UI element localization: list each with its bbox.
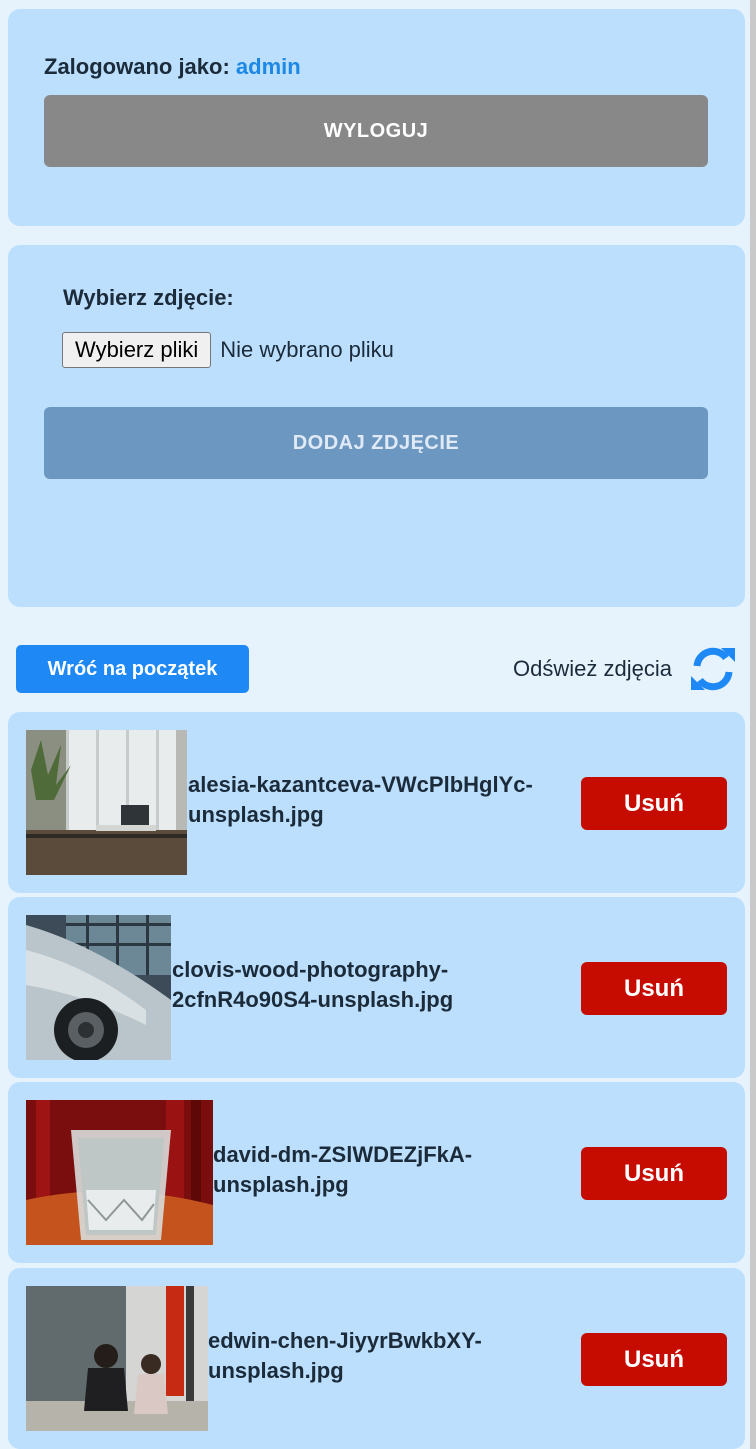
photo-filename: edwin-chen-JiyyrBwkbXY- unsplash.jpg <box>208 1328 482 1383</box>
refresh-label: Odśwież zdjęcia <box>513 656 672 681</box>
photo-filename: david-dm-ZSlWDEZjFkA- unsplash.jpg <box>213 1142 473 1197</box>
delete-button[interactable]: Usuń <box>581 1147 727 1200</box>
scrollbar[interactable] <box>750 0 756 1449</box>
logout-button[interactable]: WYLOGUJ <box>44 95 708 167</box>
photo-thumbnail <box>26 730 187 875</box>
photo-item: alesia-kazantceva-VWcPlbHglYc- unsplash.… <box>8 712 745 893</box>
delete-button[interactable]: Usuń <box>581 962 727 1015</box>
photo-thumbnail <box>26 915 171 1060</box>
photo-item: david-dm-ZSlWDEZjFkA- unsplash.jpg Usuń <box>8 1082 745 1263</box>
photo-thumbnail <box>26 1286 208 1431</box>
photo-filename: alesia-kazantceva-VWcPlbHglYc- unsplash.… <box>188 772 533 827</box>
photo-item: edwin-chen-JiyyrBwkbXY- unsplash.jpg Usu… <box>8 1268 745 1449</box>
photo-filename: clovis-wood-photography- 2cfnR4o90S4-uns… <box>172 957 454 1012</box>
delete-button[interactable]: Usuń <box>581 777 727 830</box>
username: admin <box>235 54 301 79</box>
logged-in-text: Zalogowano jako: admin <box>44 54 301 80</box>
photo-item: clovis-wood-photography- 2cfnR4o90S4-uns… <box>8 897 745 1078</box>
choose-photo-label: Wybierz zdjęcie: <box>63 285 234 310</box>
logged-in-label: Zalogowano jako: <box>44 54 230 79</box>
session-card: Zalogowano jako: admin WYLOGUJ <box>8 9 745 226</box>
file-input: Wybierz pliki Nie wybrano pliku <box>62 332 394 368</box>
upload-card: Wybierz zdjęcie: Wybierz pliki Nie wybra… <box>8 245 745 607</box>
refresh-icon[interactable] <box>688 644 738 694</box>
add-photo-button[interactable]: DODAJ ZDJĘCIE <box>44 407 708 479</box>
choose-files-button[interactable]: Wybierz pliki <box>62 332 212 368</box>
delete-button[interactable]: Usuń <box>581 1333 727 1386</box>
refresh-photos[interactable]: Odśwież zdjęcia <box>513 643 738 695</box>
photo-thumbnail <box>26 1100 213 1245</box>
file-status: Nie wybrano pliku <box>220 337 394 362</box>
back-to-top-button[interactable]: Wróć na początek <box>16 645 249 693</box>
